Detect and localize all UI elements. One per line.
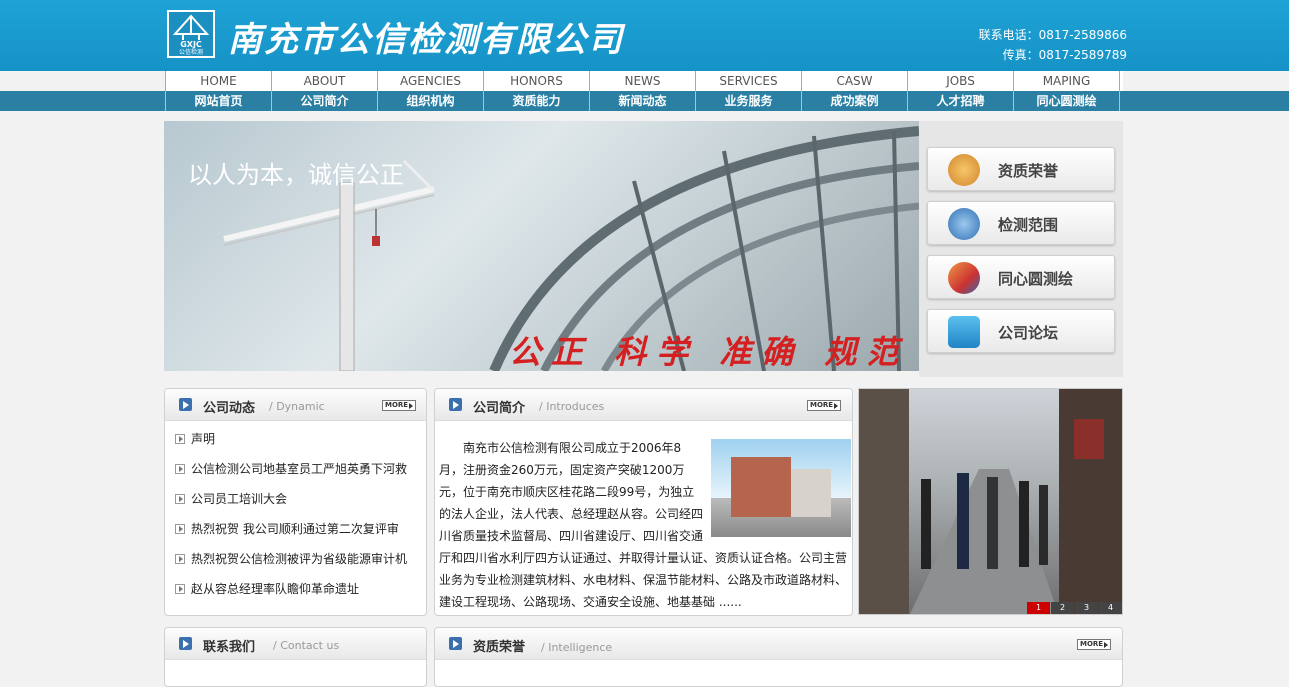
nav-item-honors[interactable]: 资质能力 xyxy=(484,91,590,111)
building-photo[interactable] xyxy=(711,439,851,537)
bullet-arrow-icon xyxy=(175,554,185,564)
nav-item-agencies[interactable]: 组织机构 xyxy=(378,91,484,111)
nav-item-agencies-en[interactable]: AGENCIES xyxy=(378,71,484,91)
panel-arrow-icon xyxy=(179,398,192,411)
carousel-page-4[interactable]: 4 xyxy=(1099,602,1122,614)
more-button[interactable]: MORE xyxy=(382,400,416,411)
bullet-arrow-icon xyxy=(175,464,185,474)
medal-icon xyxy=(948,154,980,186)
quick-link-forum[interactable]: 公司论坛 xyxy=(927,309,1115,353)
quick-link-scope[interactable]: 检测范围 xyxy=(927,201,1115,245)
nav-item-news-en[interactable]: NEWS xyxy=(590,71,696,91)
panel-title: 公司动态 xyxy=(203,401,256,416)
forum-icon xyxy=(948,316,980,348)
fax-number: 传真：0817-2589789 xyxy=(1002,48,1127,62)
nav-item-about[interactable]: 公司简介 xyxy=(272,91,378,111)
news-item[interactable]: 公司员工培训大会 xyxy=(175,489,415,519)
contact-panel-header: 联系我们 / Contact us xyxy=(165,628,426,660)
banner-slogan: 以人为本，诚信公正 xyxy=(188,161,404,189)
nav-item-cases[interactable]: 成功案例 xyxy=(802,91,908,111)
panel-subtitle: / Introduces xyxy=(539,400,605,413)
panel-subtitle: / Dynamic xyxy=(269,400,325,413)
quick-link-label: 资质荣誉 xyxy=(998,162,1059,180)
banner-motto: 公正 科学 准确 规范 xyxy=(509,333,909,371)
news-item[interactable]: 赵从容总经理率队瞻仰革命遗址 xyxy=(175,579,415,609)
quick-link-label: 公司论坛 xyxy=(998,324,1059,342)
panel-title: 公司简介 xyxy=(473,401,526,416)
quick-link-label: 同心圆测绘 xyxy=(998,270,1074,288)
quick-links-panel: 资质荣誉 检测范围 同心圆测绘 公司论坛 xyxy=(919,121,1123,377)
street-visit-photo xyxy=(859,389,1122,614)
panel-arrow-icon xyxy=(449,398,462,411)
carousel-pager: 1 2 3 4 xyxy=(1026,602,1122,614)
logo-text: GXJC xyxy=(180,40,202,49)
bullet-arrow-icon xyxy=(175,524,185,534)
company-logo[interactable]: GXJC 公信检测 xyxy=(167,10,215,58)
panel-title: 联系我们 xyxy=(203,640,256,655)
quick-link-honors[interactable]: 资质荣誉 xyxy=(927,147,1115,191)
nav-item-jobs-en[interactable]: JOBS xyxy=(908,71,1014,91)
nav-chinese: 网站首页 公司简介 组织机构 资质能力 新闻动态 业务服务 成功案例 人才招聘 … xyxy=(165,91,1123,111)
survey-icon xyxy=(948,262,980,294)
qualification-panel: 资质荣誉 / Intelligence MORE xyxy=(434,627,1123,687)
header-contact: 联系电话：0817-2589866 传真：0817-2589789 xyxy=(979,25,1127,65)
intro-panel: 公司简介 / Introduces MORE 南充市公信检测有限公司成立于200… xyxy=(434,388,853,616)
bullet-arrow-icon xyxy=(175,434,185,444)
news-panel: 公司动态 / Dynamic MORE 声明 公信检测公司地基室员工严旭英勇下河… xyxy=(164,388,427,616)
quick-link-label: 检测范围 xyxy=(998,216,1059,234)
contact-panel: 联系我们 / Contact us xyxy=(164,627,427,687)
news-list: 声明 公信检测公司地基室员工严旭英勇下河救 公司员工培训大会 热烈祝贺 我公司顺… xyxy=(175,429,415,609)
carousel-page-2[interactable]: 2 xyxy=(1051,602,1074,614)
site-header: GXJC 公信检测 南充市公信检测有限公司 联系电话：0817-2589866 … xyxy=(0,0,1289,71)
news-item[interactable]: 公信检测公司地基室员工严旭英勇下河救 xyxy=(175,459,415,489)
photo-carousel[interactable]: 1 2 3 4 xyxy=(858,388,1123,615)
carousel-page-1[interactable]: 1 xyxy=(1027,602,1050,614)
panel-arrow-icon xyxy=(449,637,462,650)
panel-subtitle: / Contact us xyxy=(273,639,340,652)
nav-item-news[interactable]: 新闻动态 xyxy=(590,91,696,111)
panel-subtitle: / Intelligence xyxy=(541,641,613,654)
intro-panel-header: 公司简介 / Introduces MORE xyxy=(435,389,852,421)
qualification-panel-header: 资质荣誉 / Intelligence MORE xyxy=(435,628,1122,660)
nav-item-casw-en[interactable]: CASW xyxy=(802,71,908,91)
panel-arrow-icon xyxy=(179,637,192,650)
company-name: 南充市公信检测有限公司 xyxy=(228,20,624,60)
logo-icon: GXJC 公信检测 xyxy=(172,14,210,56)
more-button[interactable]: MORE xyxy=(1077,639,1111,650)
more-button[interactable]: MORE xyxy=(807,400,841,411)
nav-item-mapping[interactable]: 同心圆测绘 xyxy=(1014,91,1120,111)
phone-number: 联系电话：0817-2589866 xyxy=(978,28,1127,42)
panel-title: 资质荣誉 xyxy=(473,640,526,655)
logo-subtext: 公信检测 xyxy=(179,48,203,56)
nav-item-home[interactable]: 网站首页 xyxy=(166,91,272,111)
bullet-arrow-icon xyxy=(175,494,185,504)
quick-link-survey[interactable]: 同心圆测绘 xyxy=(927,255,1115,299)
nav-item-about-en[interactable]: ABOUT xyxy=(272,71,378,91)
carousel-page-3[interactable]: 3 xyxy=(1075,602,1098,614)
nav-item-honors-en[interactable]: HONORS xyxy=(484,71,590,91)
news-panel-header: 公司动态 / Dynamic MORE xyxy=(165,389,426,421)
nav-item-home-en[interactable]: HOME xyxy=(166,71,272,91)
nav-english: HOME ABOUT AGENCIES HONORS NEWS SERVICES… xyxy=(165,71,1123,91)
nav-item-services[interactable]: 业务服务 xyxy=(696,91,802,111)
nav-item-services-en[interactable]: SERVICES xyxy=(696,71,802,91)
bullet-arrow-icon xyxy=(175,584,185,594)
news-item[interactable]: 热烈祝贺公信检测被评为省级能源审计机 xyxy=(175,549,415,579)
news-item[interactable]: 声明 xyxy=(175,429,415,459)
nav-item-jobs[interactable]: 人才招聘 xyxy=(908,91,1014,111)
nav-item-maping-en[interactable]: MAPING xyxy=(1014,71,1120,91)
footprint-icon xyxy=(948,208,980,240)
intro-body: 南充市公信检测有限公司成立于2006年8月，注册资金260万元，固定资产突破12… xyxy=(439,437,851,613)
news-item[interactable]: 热烈祝贺 我公司顺利通过第二次复评审 xyxy=(175,519,415,549)
hero-banner: 以人为本，诚信公正 公正 科学 准确 规范 xyxy=(164,121,919,371)
